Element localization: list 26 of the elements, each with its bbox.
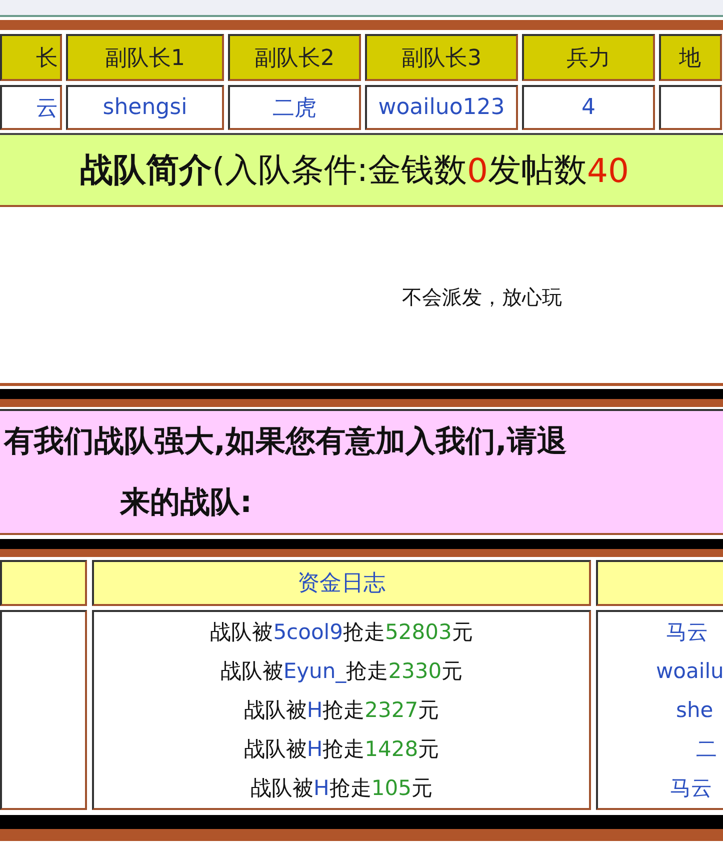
log-entry: 战队被H抢走2327元	[244, 697, 440, 724]
log-entry: 战队被H抢走105元	[250, 775, 432, 802]
member-link[interactable]: she	[656, 695, 714, 725]
log-entry: 战队被Eyun_抢走2330元	[220, 658, 463, 685]
member-link[interactable]: 马云	[656, 617, 708, 647]
member-link[interactable]: 马云	[656, 773, 712, 803]
table-cell: woailuo123	[365, 85, 518, 130]
column-header: 副队长3	[365, 34, 518, 81]
column-header: 副队长2	[228, 34, 361, 81]
notice-text: 来的战队:	[118, 484, 253, 522]
log-entry: 战队被5cool9抢走52803元	[210, 619, 473, 646]
intro-heading: 战队简介(入队条件:金钱数0发帖数40	[0, 133, 723, 207]
table-cell: 二虎	[228, 85, 361, 130]
column-header: 副队长1	[66, 34, 224, 81]
column-header: 资金日志	[92, 560, 591, 606]
table-cell: 4	[522, 85, 655, 130]
table-cell: shengsi	[66, 85, 224, 130]
log-entry: 战队被H抢走1428元	[244, 736, 440, 763]
table-cell: 云	[0, 85, 62, 130]
column-header: 长	[0, 34, 62, 81]
member-link[interactable]: woailu	[656, 656, 723, 686]
notice-text: 有我们战队强大,如果您有意加入我们,请退	[2, 423, 568, 461]
member-link[interactable]: 二	[656, 734, 717, 764]
column-header: 兵力	[522, 34, 655, 81]
column-header: 地	[659, 34, 722, 81]
intro-text: 不会派发，放心玩	[402, 284, 562, 310]
